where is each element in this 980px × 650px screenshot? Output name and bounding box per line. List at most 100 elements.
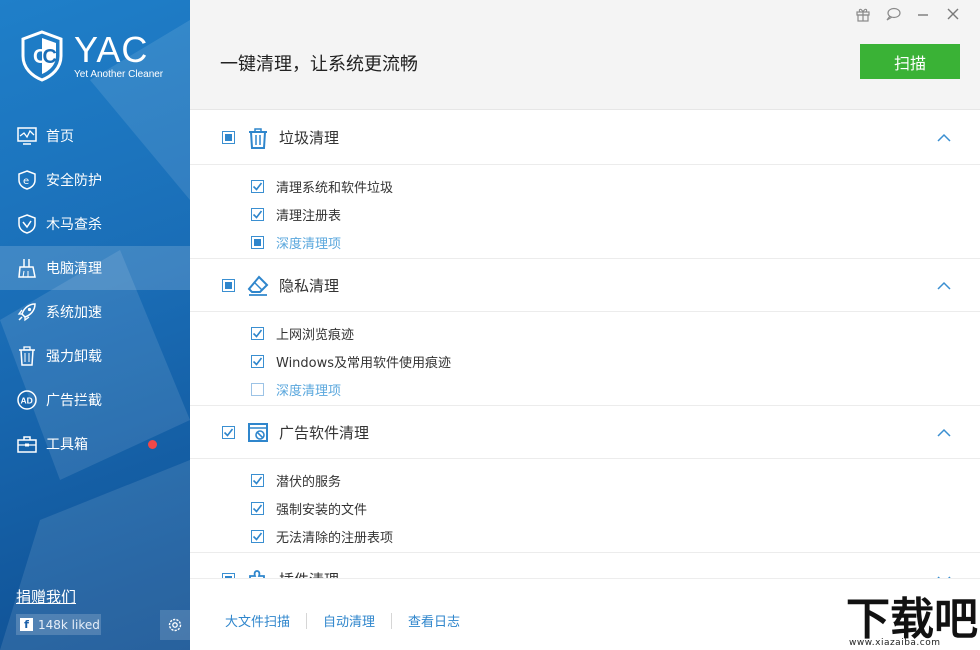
sidebar-nav: 首页 e 安全防护 木马查杀 电脑清理 系统加速 bbox=[0, 114, 190, 466]
item-checkbox[interactable] bbox=[251, 474, 264, 487]
feedback-icon bbox=[885, 6, 901, 22]
sidebar-item-home[interactable]: 首页 bbox=[0, 114, 190, 158]
divider bbox=[391, 613, 392, 629]
monitor-icon bbox=[16, 125, 38, 147]
sidebar-item-label: 强力卸载 bbox=[46, 346, 102, 366]
sidebar-item-ad-block[interactable]: AD 广告拦截 bbox=[0, 378, 190, 422]
section-adware-clean[interactable]: 广告软件清理 bbox=[190, 405, 980, 459]
eraser-icon bbox=[247, 274, 269, 296]
list-item[interactable]: 强制安装的文件 bbox=[190, 494, 980, 522]
close-icon bbox=[945, 6, 961, 22]
list-item[interactable]: 无法清除的注册表项 bbox=[190, 522, 980, 550]
sidebar-item-label: 木马查杀 bbox=[46, 214, 102, 234]
logo-title: YAC bbox=[74, 33, 163, 67]
item-checkbox[interactable] bbox=[251, 383, 264, 396]
section-title: 广告软件清理 bbox=[279, 422, 369, 443]
app-logo: C C YAC Yet Another Cleaner bbox=[20, 30, 163, 82]
item-checkbox[interactable] bbox=[251, 502, 264, 515]
sidebar-item-label: 首页 bbox=[46, 126, 74, 146]
deep-clean-link[interactable]: 深度清理项 bbox=[276, 233, 341, 252]
svg-text:C: C bbox=[43, 46, 57, 68]
list-item[interactable]: 潜伏的服务 bbox=[190, 466, 980, 494]
sidebar-item-label: 安全防护 bbox=[46, 170, 102, 190]
chevron-up-icon[interactable] bbox=[936, 425, 952, 441]
facebook-likes-count: 148k liked bbox=[38, 618, 100, 632]
list-item[interactable]: Windows及常用软件使用痕迹 bbox=[190, 347, 980, 375]
page-title: 一键清理，让系统更流畅 bbox=[220, 50, 418, 76]
scan-button[interactable]: 扫描 bbox=[860, 44, 960, 79]
list-item[interactable]: 清理注册表 bbox=[190, 200, 980, 228]
toolbox-icon bbox=[16, 433, 38, 455]
section-checkbox[interactable] bbox=[222, 279, 235, 292]
shield-e-icon: e bbox=[16, 169, 38, 191]
sidebar-item-speedup[interactable]: 系统加速 bbox=[0, 290, 190, 334]
sidebar-item-uninstall[interactable]: 强力卸载 bbox=[0, 334, 190, 378]
sidebar-item-trojan-scan[interactable]: 木马查杀 bbox=[0, 202, 190, 246]
minimize-button[interactable] bbox=[908, 4, 938, 24]
facebook-icon: f bbox=[20, 618, 33, 631]
close-button[interactable] bbox=[938, 4, 968, 24]
minimize-icon bbox=[915, 6, 931, 22]
item-checkbox[interactable] bbox=[251, 327, 264, 340]
sidebar-item-label: 工具箱 bbox=[46, 434, 88, 454]
sidebar-item-label: 广告拦截 bbox=[46, 390, 102, 410]
settings-button[interactable] bbox=[160, 610, 190, 640]
list-item[interactable]: 清理系统和软件垃圾 bbox=[190, 172, 980, 200]
ad-block-icon: AD bbox=[16, 389, 38, 411]
chevron-up-icon[interactable] bbox=[936, 130, 952, 146]
gift-button[interactable] bbox=[848, 4, 878, 24]
sidebar: C C YAC Yet Another Cleaner 首页 e 安全防护 木马… bbox=[0, 0, 190, 650]
sidebar-item-toolbox[interactable]: 工具箱 bbox=[0, 422, 190, 466]
section-title: 垃圾清理 bbox=[279, 127, 339, 148]
large-file-scan-link[interactable]: 大文件扫描 bbox=[225, 611, 290, 630]
shield-check-icon bbox=[16, 213, 38, 235]
gear-icon bbox=[167, 617, 183, 633]
section-title: 隐私清理 bbox=[279, 275, 339, 296]
svg-text:e: e bbox=[23, 176, 29, 187]
list-item[interactable]: 深度清理项 bbox=[190, 228, 980, 256]
item-checkbox[interactable] bbox=[251, 236, 264, 249]
svg-text:AD: AD bbox=[21, 396, 33, 406]
item-checkbox[interactable] bbox=[251, 530, 264, 543]
section-junk-clean[interactable]: 垃圾清理 bbox=[190, 111, 980, 165]
notification-dot bbox=[148, 440, 157, 449]
trash-icon bbox=[247, 127, 269, 149]
item-label: 强制安装的文件 bbox=[276, 499, 367, 518]
view-log-link[interactable]: 查看日志 bbox=[408, 611, 460, 630]
list-item[interactable]: 上网浏览痕迹 bbox=[190, 319, 980, 347]
main-panel: 一键清理，让系统更流畅 扫描 垃圾清理 清理系统和软件垃圾 清理注册表 深度清理 bbox=[190, 0, 980, 650]
section-checkbox[interactable] bbox=[222, 426, 235, 439]
rocket-icon bbox=[16, 301, 38, 323]
item-checkbox[interactable] bbox=[251, 180, 264, 193]
footer-links: 大文件扫描 自动清理 查看日志 bbox=[225, 611, 460, 630]
broom-icon bbox=[16, 257, 38, 279]
section-items: 上网浏览痕迹 Windows及常用软件使用痕迹 深度清理项 bbox=[190, 312, 980, 406]
ad-window-icon bbox=[247, 421, 269, 443]
clean-sections: 垃圾清理 清理系统和软件垃圾 清理注册表 深度清理项 隐私清理 bbox=[190, 111, 980, 606]
section-checkbox[interactable] bbox=[222, 131, 235, 144]
deep-clean-link[interactable]: 深度清理项 bbox=[276, 380, 341, 399]
shield-logo-icon: C C bbox=[20, 30, 64, 82]
item-checkbox[interactable] bbox=[251, 208, 264, 221]
gift-icon bbox=[855, 6, 871, 22]
chevron-up-icon[interactable] bbox=[936, 278, 952, 294]
list-item[interactable]: 深度清理项 bbox=[190, 375, 980, 403]
item-label: 清理系统和软件垃圾 bbox=[276, 177, 393, 196]
divider bbox=[306, 613, 307, 629]
sidebar-item-pc-clean[interactable]: 电脑清理 bbox=[0, 246, 190, 290]
auto-clean-link[interactable]: 自动清理 bbox=[323, 611, 375, 630]
facebook-like-badge[interactable]: f 148k liked bbox=[16, 614, 101, 635]
item-label: 潜伏的服务 bbox=[276, 471, 341, 490]
donate-link[interactable]: 捐赠我们 bbox=[16, 586, 76, 607]
logo-subtitle: Yet Another Cleaner bbox=[74, 69, 163, 80]
item-checkbox[interactable] bbox=[251, 355, 264, 368]
section-privacy-clean[interactable]: 隐私清理 bbox=[190, 258, 980, 312]
item-label: 上网浏览痕迹 bbox=[276, 324, 354, 343]
trash-icon bbox=[16, 345, 38, 367]
section-items: 清理系统和软件垃圾 清理注册表 深度清理项 bbox=[190, 165, 980, 259]
window-controls bbox=[848, 4, 968, 24]
sidebar-item-protection[interactable]: e 安全防护 bbox=[0, 158, 190, 202]
feedback-button[interactable] bbox=[878, 4, 908, 24]
item-label: 无法清除的注册表项 bbox=[276, 527, 393, 546]
watermark-url: www.xiazaiba.com bbox=[849, 638, 941, 648]
